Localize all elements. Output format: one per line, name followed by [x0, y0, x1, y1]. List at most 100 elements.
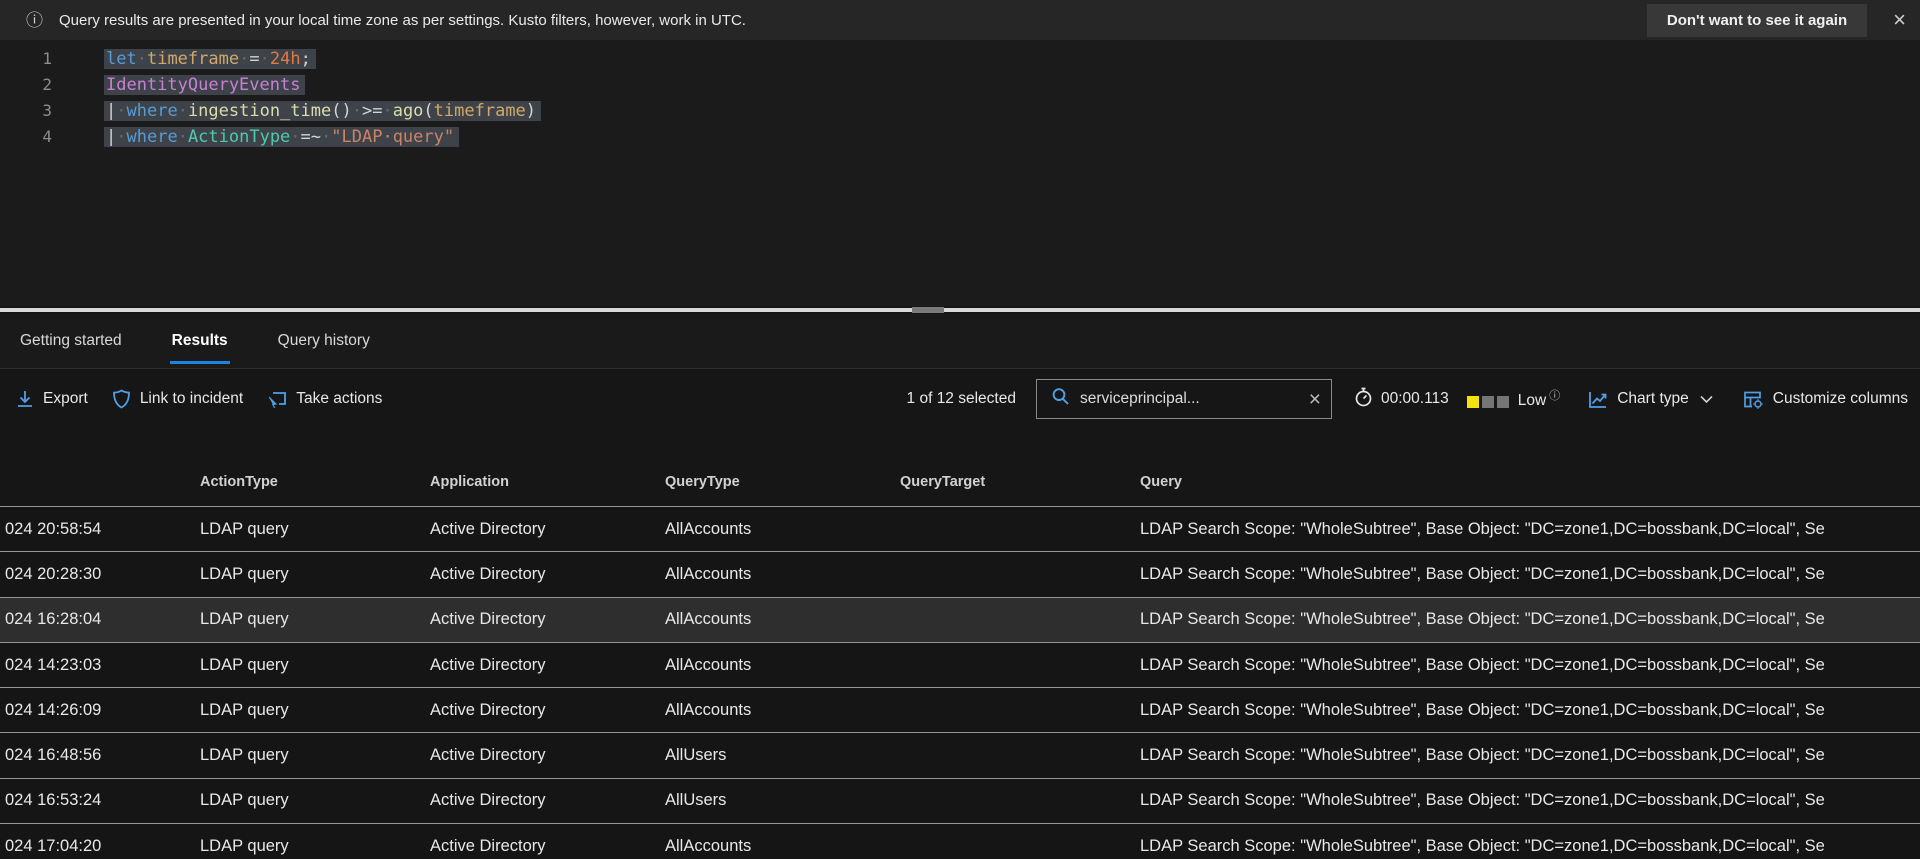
code-token: ·	[259, 49, 270, 69]
column-header-querytarget[interactable]: QueryTarget	[900, 474, 1140, 490]
cell-application: Active Directory	[430, 564, 546, 583]
code-token: timeframe	[146, 49, 240, 69]
code-text: |·where·ingestion_time()·>=·ago(timefram…	[104, 98, 542, 124]
chart-type-button[interactable]: Chart type	[1588, 390, 1713, 409]
cell-actiontype: LDAP query	[200, 610, 289, 629]
code-token: ·	[382, 101, 393, 121]
cell-application: Active Directory	[430, 746, 546, 765]
column-header-actiontype[interactable]: ActionType	[200, 474, 430, 490]
resource-info-icon[interactable]: ⓘ	[1549, 387, 1560, 403]
code-token: =	[249, 49, 260, 69]
code-token: ·	[116, 101, 127, 121]
selection-highlight: let·timeframe·=·24h;	[104, 49, 316, 69]
results-search-box[interactable]: ×	[1035, 379, 1332, 419]
column-header-application[interactable]: Application	[430, 474, 665, 490]
take-actions-icon	[267, 390, 287, 409]
table-row[interactable]: 024 16:53:24 LDAP query Active Directory…	[0, 777, 1920, 824]
column-header-timestamp[interactable]	[0, 474, 200, 490]
search-icon	[1051, 387, 1070, 411]
results-toolbar: Export Link to incident Take actions 1 o…	[0, 369, 1920, 429]
chart-line-icon	[1588, 390, 1608, 409]
cell-actiontype: LDAP query	[200, 746, 289, 765]
panel-splitter	[0, 306, 1920, 314]
table-row[interactable]: 024 16:48:56 LDAP query Active Directory…	[0, 732, 1920, 778]
code-token: ago	[392, 101, 424, 121]
code-token: IdentityQueryEvents	[106, 75, 301, 95]
cell-timestamp: 024 16:53:24	[5, 791, 102, 810]
link-to-incident-button[interactable]: Link to incident	[112, 389, 243, 409]
cell-query: LDAP Search Scope: "WholeSubtree", Base …	[1140, 519, 1825, 538]
code-token: "LDAP·query"	[331, 127, 455, 147]
cell-query: LDAP Search Scope: "WholeSubtree", Base …	[1140, 791, 1825, 810]
clear-search-icon[interactable]: ×	[1309, 389, 1321, 410]
code-line[interactable]: 4 |·where·ActionType·=~·"LDAP·query"	[0, 124, 1920, 150]
column-header-query[interactable]: Query	[1140, 474, 1920, 490]
code-token: ·	[351, 101, 362, 121]
code-token: )	[525, 101, 537, 121]
cell-actiontype: LDAP query	[200, 564, 289, 583]
cell-timestamp: 024 17:04:20	[5, 836, 102, 855]
table-row[interactable]: 024 20:58:54 LDAP query Active Directory…	[0, 506, 1920, 552]
banner-message: Query results are presented in your loca…	[59, 11, 746, 29]
cell-querytype: AllUsers	[665, 791, 727, 810]
code-token: let	[106, 49, 137, 69]
column-header-querytype[interactable]: QueryType	[665, 474, 900, 490]
code-token: ·	[321, 127, 332, 147]
tab-query-history[interactable]: Query history	[276, 318, 372, 364]
code-token: =~	[300, 127, 322, 147]
code-line[interactable]: 1 let·timeframe·=·24h;	[0, 46, 1920, 72]
code-line[interactable]: 3 |·where·ingestion_time()·>=·ago(timefra…	[0, 98, 1920, 124]
table-header: ActionType Application QueryType QueryTa…	[0, 429, 1920, 506]
code-token: where	[126, 127, 178, 147]
customize-columns-icon	[1743, 390, 1764, 409]
results-tabs: Getting started Results Query history	[0, 314, 1920, 369]
table-row[interactable]: 024 20:28:30 LDAP query Active Directory…	[0, 551, 1920, 597]
cell-timestamp: 024 14:26:09	[5, 700, 102, 719]
info-icon: ⓘ	[26, 10, 43, 30]
code-line[interactable]: 2 IdentityQueryEvents	[0, 72, 1920, 98]
code-token: ·	[239, 49, 250, 69]
line-number: 3	[42, 101, 52, 120]
query-editor[interactable]: 1 let·timeframe·=·24h; 2 IdentityQueryEvent…	[0, 40, 1920, 306]
tab-results[interactable]: Results	[169, 318, 230, 364]
download-icon	[16, 390, 34, 408]
table-row[interactable]: 024 17:04:20 LDAP query Active Directory…	[0, 823, 1920, 859]
cell-timestamp: 024 16:48:56	[5, 746, 102, 765]
selection-highlight: |·where·ActionType·=~·"LDAP·query"	[104, 127, 460, 147]
splitter-drag-handle[interactable]	[912, 307, 944, 313]
cell-query: LDAP Search Scope: "WholeSubtree", Base …	[1140, 655, 1825, 674]
take-actions-button[interactable]: Take actions	[267, 390, 382, 409]
code-token: ingestion_time	[187, 101, 332, 121]
table-row[interactable]: 024 14:26:09 LDAP query Active Directory…	[0, 687, 1920, 733]
take-actions-label: Take actions	[296, 390, 383, 407]
cell-querytype: AllAccounts	[665, 836, 752, 855]
close-icon[interactable]: ×	[1893, 9, 1906, 31]
code-token: timeframe	[433, 101, 526, 121]
resource-usage-label: Low	[1517, 391, 1547, 409]
cell-actiontype: LDAP query	[200, 836, 289, 855]
cell-query: LDAP Search Scope: "WholeSubtree", Base …	[1140, 564, 1825, 583]
timer-value: 00:00.113	[1380, 390, 1449, 407]
usage-square-1	[1466, 395, 1479, 408]
link-to-incident-label: Link to incident	[139, 390, 244, 407]
code-token: ·	[177, 101, 188, 121]
cell-timestamp: 024 14:23:03	[5, 655, 102, 674]
code-token: (	[423, 101, 434, 121]
code-token: ()	[331, 101, 352, 121]
usage-square-2	[1481, 395, 1494, 408]
code-token: ·	[290, 127, 301, 147]
code-token: |	[106, 127, 117, 147]
resource-usage-indicator: Low ⓘ	[1466, 387, 1560, 410]
table-row[interactable]: 024 14:23:03 LDAP query Active Directory…	[0, 641, 1920, 688]
export-button[interactable]: Export	[16, 390, 88, 408]
query-duration: 00:00.113	[1354, 387, 1449, 412]
dismiss-banner-button[interactable]: Don't want to see it again	[1646, 3, 1868, 37]
notification-banner: ⓘ Query results are presented in your lo…	[0, 0, 1920, 40]
tab-getting-started[interactable]: Getting started	[18, 318, 124, 364]
cell-application: Active Directory	[430, 700, 546, 719]
code-token: 24h	[269, 49, 301, 69]
search-input[interactable]	[1079, 390, 1299, 408]
chevron-down-icon	[1700, 395, 1713, 404]
customize-columns-button[interactable]: Customize columns	[1743, 390, 1908, 409]
table-row[interactable]: 024 16:28:04 LDAP query Active Directory…	[0, 596, 1920, 642]
